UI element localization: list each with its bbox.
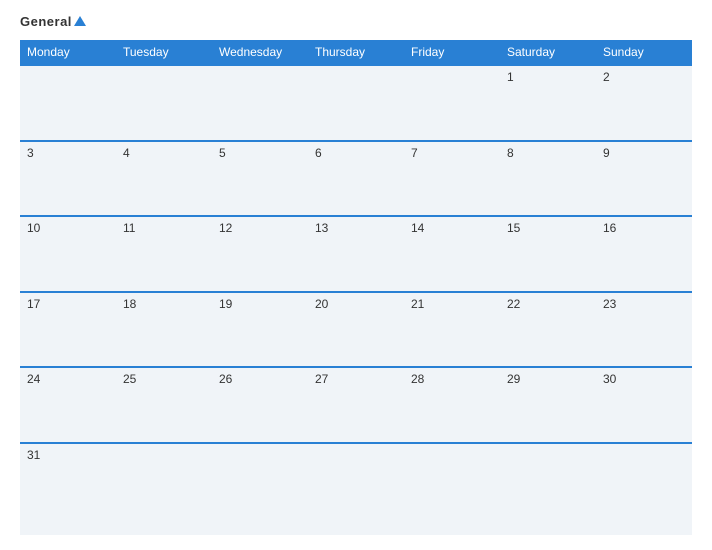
calendar-day-cell: [116, 443, 212, 536]
calendar-day-cell: 28: [404, 367, 500, 443]
calendar-day-cell: 10: [20, 216, 116, 292]
calendar-day-cell: [308, 65, 404, 141]
calendar-day-cell: 20: [308, 292, 404, 368]
day-number: 16: [603, 221, 685, 235]
calendar-day-cell: 17: [20, 292, 116, 368]
calendar-week-row: 3456789: [20, 141, 692, 217]
day-number: 25: [123, 372, 205, 386]
day-number: 26: [219, 372, 301, 386]
calendar-day-cell: 4: [116, 141, 212, 217]
header-sunday: Sunday: [596, 40, 692, 65]
header-monday: Monday: [20, 40, 116, 65]
logo: General: [20, 15, 86, 28]
calendar-day-cell: [116, 65, 212, 141]
calendar-day-cell: 5: [212, 141, 308, 217]
day-number: 21: [411, 297, 493, 311]
day-number: 3: [27, 146, 109, 160]
calendar-day-cell: 13: [308, 216, 404, 292]
calendar-day-cell: 12: [212, 216, 308, 292]
calendar-day-cell: 2: [596, 65, 692, 141]
calendar-day-cell: [404, 443, 500, 536]
calendar-day-cell: 25: [116, 367, 212, 443]
calendar-day-cell: 30: [596, 367, 692, 443]
day-number: 12: [219, 221, 301, 235]
day-number: 14: [411, 221, 493, 235]
weekday-header-row: Monday Tuesday Wednesday Thursday Friday…: [20, 40, 692, 65]
header-friday: Friday: [404, 40, 500, 65]
calendar-week-row: 17 18 19 20 21 22 23: [20, 292, 692, 368]
logo-triangle-icon: [74, 16, 86, 26]
calendar-day-cell: [596, 443, 692, 536]
day-number: 5: [219, 146, 301, 160]
day-number: 9: [603, 146, 685, 160]
calendar-week-row: 31: [20, 443, 692, 536]
day-number: 8: [507, 146, 589, 160]
day-number: 18: [123, 297, 205, 311]
calendar-day-cell: [404, 65, 500, 141]
calendar-day-cell: 27: [308, 367, 404, 443]
calendar-day-cell: 1: [500, 65, 596, 141]
calendar-week-row: 12: [20, 65, 692, 141]
calendar-table: Monday Tuesday Wednesday Thursday Friday…: [20, 40, 692, 535]
day-number: 20: [315, 297, 397, 311]
day-number: 13: [315, 221, 397, 235]
day-number: 11: [123, 221, 205, 235]
logo-general-text: General: [20, 15, 86, 28]
day-number: 22: [507, 297, 589, 311]
day-number: 31: [27, 448, 109, 462]
calendar-day-cell: 9: [596, 141, 692, 217]
day-number: 1: [507, 70, 589, 84]
calendar-week-row: 10 11 12 13 14 15 16: [20, 216, 692, 292]
calendar-day-cell: [20, 65, 116, 141]
calendar-day-cell: 31: [20, 443, 116, 536]
day-number: 6: [315, 146, 397, 160]
calendar-day-cell: 15: [500, 216, 596, 292]
day-number: 7: [411, 146, 493, 160]
calendar-day-cell: [500, 443, 596, 536]
calendar-day-cell: 24: [20, 367, 116, 443]
header-wednesday: Wednesday: [212, 40, 308, 65]
calendar-day-cell: 19: [212, 292, 308, 368]
calendar-day-cell: 3: [20, 141, 116, 217]
day-number: 17: [27, 297, 109, 311]
calendar-day-cell: 16: [596, 216, 692, 292]
header-thursday: Thursday: [308, 40, 404, 65]
calendar-day-cell: 21: [404, 292, 500, 368]
calendar-day-cell: 7: [404, 141, 500, 217]
calendar-day-cell: 8: [500, 141, 596, 217]
calendar-day-cell: 18: [116, 292, 212, 368]
calendar-day-cell: 23: [596, 292, 692, 368]
calendar-day-cell: [212, 65, 308, 141]
day-number: 23: [603, 297, 685, 311]
day-number: 15: [507, 221, 589, 235]
day-number: 27: [315, 372, 397, 386]
header-tuesday: Tuesday: [116, 40, 212, 65]
calendar-day-cell: 6: [308, 141, 404, 217]
day-number: 28: [411, 372, 493, 386]
calendar-day-cell: 14: [404, 216, 500, 292]
calendar-header: General: [20, 15, 692, 28]
day-number: 2: [603, 70, 685, 84]
calendar-day-cell: [212, 443, 308, 536]
day-number: 30: [603, 372, 685, 386]
day-number: 29: [507, 372, 589, 386]
calendar-week-row: 24 25 26 27 28 29 30: [20, 367, 692, 443]
calendar-day-cell: 11: [116, 216, 212, 292]
header-saturday: Saturday: [500, 40, 596, 65]
calendar-day-cell: 29: [500, 367, 596, 443]
day-number: 19: [219, 297, 301, 311]
calendar-day-cell: [308, 443, 404, 536]
calendar-day-cell: 22: [500, 292, 596, 368]
calendar-wrapper: General Monday Tuesday Wednesday Thursda…: [0, 0, 712, 550]
day-number: 4: [123, 146, 205, 160]
calendar-day-cell: 26: [212, 367, 308, 443]
day-number: 10: [27, 221, 109, 235]
day-number: 24: [27, 372, 109, 386]
